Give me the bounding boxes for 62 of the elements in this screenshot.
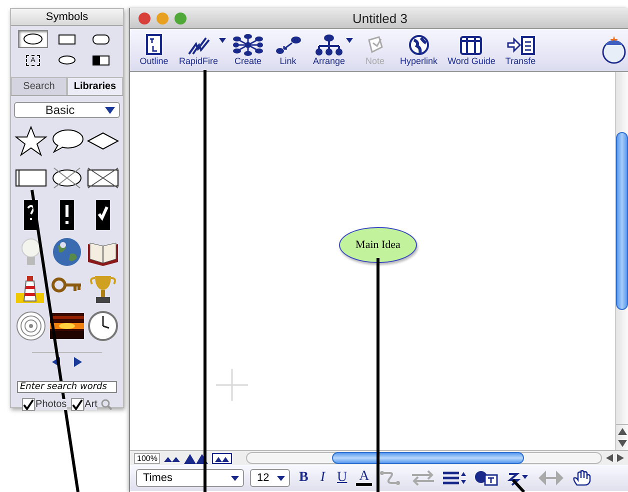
color-button[interactable]: A bbox=[356, 470, 372, 486]
toolbar-button[interactable]: Outline bbox=[136, 34, 172, 66]
checkbox[interactable] bbox=[70, 398, 84, 411]
clock-icon[interactable] bbox=[86, 310, 120, 342]
leader-line bbox=[512, 478, 526, 492]
dropdown-icon[interactable] bbox=[346, 38, 354, 43]
right-arrow-icon[interactable] bbox=[617, 454, 624, 462]
half-filled-rectangle-icon bbox=[91, 54, 111, 66]
underline-button[interactable]: U bbox=[334, 470, 350, 486]
vertical-scrollbar[interactable] bbox=[615, 72, 628, 450]
palette-tab[interactable]: Libraries bbox=[67, 77, 123, 95]
toolbar-button[interactable]: Transfe bbox=[502, 34, 539, 66]
idea-node[interactable]: Main Idea bbox=[339, 227, 417, 263]
export-icon bbox=[506, 34, 536, 56]
line-weight-icon[interactable] bbox=[442, 470, 468, 486]
left-arrow-icon[interactable] bbox=[606, 454, 613, 462]
window-title: Untitled 3 bbox=[352, 10, 408, 26]
checkmark-icon bbox=[72, 399, 83, 410]
toolbar-button[interactable]: Create bbox=[230, 34, 266, 66]
search-field[interactable]: Enter search words bbox=[17, 381, 117, 393]
font-dropdown[interactable]: Times bbox=[136, 469, 244, 487]
toolbar-button[interactable]: Link bbox=[270, 34, 306, 66]
palette-tab[interactable]: Search bbox=[11, 77, 67, 95]
fit-icon[interactable] bbox=[212, 452, 232, 464]
link-icon bbox=[273, 34, 304, 56]
next-icon[interactable] bbox=[74, 357, 82, 367]
toolbar-button[interactable]: Hyperlink bbox=[397, 34, 441, 66]
up-arrow-icon[interactable] bbox=[618, 428, 626, 435]
rounded-rectangle-icon bbox=[91, 33, 111, 45]
hierarchy-icon bbox=[314, 34, 344, 56]
oval-icon bbox=[57, 54, 77, 66]
library-dropdown[interactable]: Basic bbox=[14, 102, 120, 118]
toolbar-button[interactable]: Arrange bbox=[310, 34, 348, 66]
close-icon[interactable] bbox=[138, 12, 151, 24]
checkmark-icon bbox=[22, 399, 34, 410]
toolbar-button[interactable]: Word Guide bbox=[444, 34, 498, 66]
star-icon[interactable] bbox=[14, 124, 48, 156]
zoom-level[interactable]: 100% bbox=[134, 452, 160, 464]
scroll-thumb[interactable] bbox=[332, 452, 524, 464]
shape-button[interactable] bbox=[18, 30, 48, 48]
checkbox-label[interactable]: Photos bbox=[36, 399, 67, 410]
checkbox[interactable] bbox=[22, 398, 35, 411]
crosshair-icon bbox=[216, 369, 248, 401]
size-dropdown[interactable]: 12 bbox=[250, 469, 290, 487]
dropdown-icon bbox=[231, 476, 239, 480]
scroll-thumb[interactable] bbox=[616, 132, 628, 310]
oval-icon bbox=[23, 33, 43, 45]
italic-button[interactable]: I bbox=[317, 470, 328, 486]
web-icon bbox=[233, 34, 264, 56]
dropdown-icon bbox=[277, 476, 285, 480]
down-arrow-icon[interactable] bbox=[618, 440, 626, 447]
palette-title: Symbols bbox=[11, 9, 123, 26]
dropdown-icon[interactable] bbox=[219, 38, 226, 43]
dropdown-icon bbox=[105, 106, 115, 114]
checkbox-label[interactable]: Art bbox=[84, 399, 98, 410]
bold-button[interactable]: B bbox=[296, 470, 312, 486]
globe-icon[interactable] bbox=[50, 236, 84, 268]
text-tool-icon[interactable] bbox=[474, 470, 500, 486]
toolbar-button[interactable]: RapidFire bbox=[176, 34, 222, 66]
avatar-icon[interactable] bbox=[602, 35, 626, 65]
rectangle-icon bbox=[57, 33, 77, 45]
horizontal-scrollbar[interactable] bbox=[246, 452, 602, 464]
